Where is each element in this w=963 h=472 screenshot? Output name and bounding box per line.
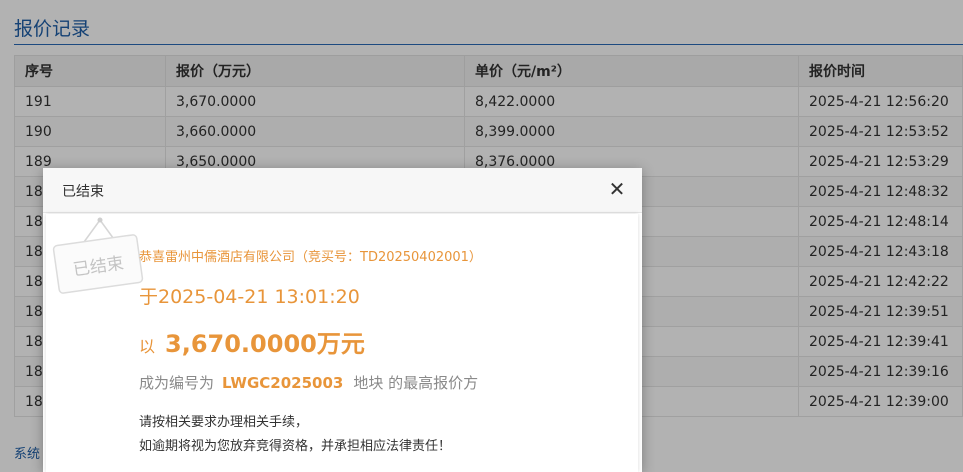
dialog-body: 已结束 恭喜雷州中儒酒店有限公司（竞买号：TD20250402001） 于202… <box>46 214 638 472</box>
dialog-title: 已结束 <box>62 184 104 200</box>
lot-line: 成为编号为 LWGC2025003 地块 的最高报价方 <box>139 372 478 393</box>
notice-line-1: 请按相关要求办理相关手续， <box>139 415 309 430</box>
notice-line-2: 如逾期将视为您放弃竞得资格，并承担相应法律责任！ <box>139 439 452 454</box>
final-price: 以 3,670.0000万元 <box>139 324 365 359</box>
price-value: 3,670.0000万元 <box>165 330 365 358</box>
lot-prefix: 成为编号为 <box>139 374 215 392</box>
auction-ended-dialog: 已结束 ✕ 已结束 恭喜雷州中儒酒店有限公司（竞买号：TD20250402001… <box>43 168 642 472</box>
close-icon[interactable]: ✕ <box>606 178 628 200</box>
winner-text: 恭喜雷州中儒酒店有限公司（竞买号：TD20250402001） <box>139 250 482 265</box>
end-time-text: 于2025-04-21 13:01:20 <box>139 286 360 308</box>
lot-suffix: 地块 的最高报价方 <box>353 374 479 392</box>
dialog-header: 已结束 ✕ <box>43 168 642 213</box>
lot-id: LWGC2025003 <box>222 374 344 392</box>
price-prefix: 以 <box>139 337 156 356</box>
ended-stamp-icon: 已结束 <box>52 217 144 294</box>
